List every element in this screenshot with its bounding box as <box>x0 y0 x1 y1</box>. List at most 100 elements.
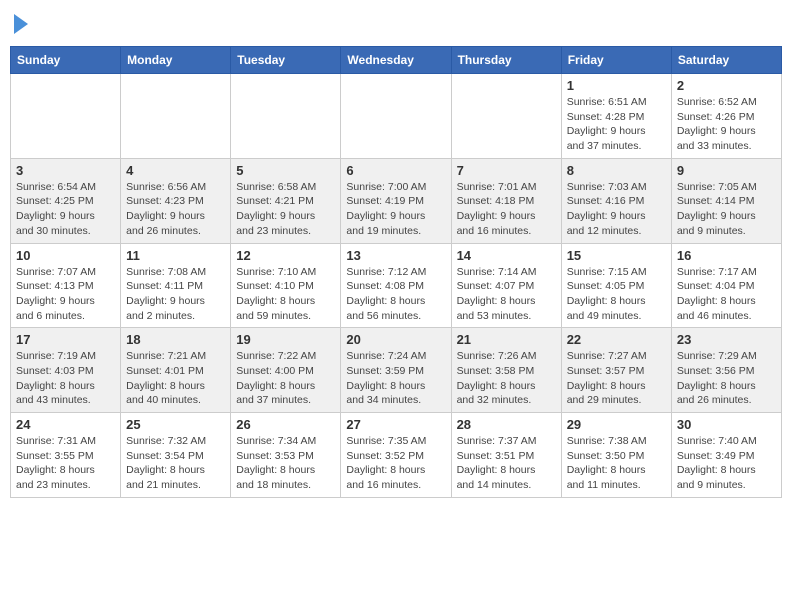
day-info: Sunrise: 7:01 AM Sunset: 4:18 PM Dayligh… <box>457 180 556 239</box>
calendar-cell: 11 Sunrise: 7:08 AM Sunset: 4:11 PM Dayli… <box>121 243 231 328</box>
calendar-cell: 20 Sunrise: 7:24 AM Sunset: 3:59 PM Dayli… <box>341 328 451 413</box>
day-number: 17 <box>16 332 115 347</box>
day-info: Sunrise: 7:29 AM Sunset: 3:56 PM Dayligh… <box>677 349 776 408</box>
calendar-cell: 14 Sunrise: 7:14 AM Sunset: 4:07 PM Dayli… <box>451 243 561 328</box>
day-number: 18 <box>126 332 225 347</box>
day-number: 12 <box>236 248 335 263</box>
day-info: Sunrise: 7:34 AM Sunset: 3:53 PM Dayligh… <box>236 434 335 493</box>
calendar-cell: 25 Sunrise: 7:32 AM Sunset: 3:54 PM Dayli… <box>121 413 231 498</box>
day-number: 29 <box>567 417 666 432</box>
day-number: 28 <box>457 417 556 432</box>
day-number: 20 <box>346 332 445 347</box>
calendar-week-row: 17Sunrise: 7:19 AM Sunset: 4:03 PM Dayli… <box>11 328 782 413</box>
day-info: Sunrise: 7:32 AM Sunset: 3:54 PM Dayligh… <box>126 434 225 493</box>
calendar-cell: 3Sunrise: 6:54 AM Sunset: 4:25 PM Daylig… <box>11 158 121 243</box>
calendar-cell: 24 Sunrise: 7:31 AM Sunset: 3:55 PM Dayli… <box>11 413 121 498</box>
day-info: Sunrise: 7:27 AM Sunset: 3:57 PM Dayligh… <box>567 349 666 408</box>
day-info: Sunrise: 6:54 AM Sunset: 4:25 PM Dayligh… <box>16 180 115 239</box>
calendar-cell: 5 Sunrise: 6:58 AM Sunset: 4:21 PM Daylig… <box>231 158 341 243</box>
day-header-thursday: Thursday <box>451 47 561 74</box>
calendar-cell <box>231 74 341 159</box>
logo <box>12 14 28 34</box>
day-info: Sunrise: 7:03 AM Sunset: 4:16 PM Dayligh… <box>567 180 666 239</box>
calendar-week-row: 1 Sunrise: 6:51 AM Sunset: 4:28 PM Daylig… <box>11 74 782 159</box>
day-info: Sunrise: 7:38 AM Sunset: 3:50 PM Dayligh… <box>567 434 666 493</box>
day-number: 27 <box>346 417 445 432</box>
calendar-cell: 27 Sunrise: 7:35 AM Sunset: 3:52 PM Dayli… <box>341 413 451 498</box>
day-header-sunday: Sunday <box>11 47 121 74</box>
calendar-cell <box>11 74 121 159</box>
calendar-cell <box>451 74 561 159</box>
day-number: 30 <box>677 417 776 432</box>
day-number: 11 <box>126 248 225 263</box>
day-info: Sunrise: 7:14 AM Sunset: 4:07 PM Dayligh… <box>457 265 556 324</box>
calendar-cell: 21 Sunrise: 7:26 AM Sunset: 3:58 PM Dayli… <box>451 328 561 413</box>
calendar-cell: 17Sunrise: 7:19 AM Sunset: 4:03 PM Dayli… <box>11 328 121 413</box>
calendar-cell: 12 Sunrise: 7:10 AM Sunset: 4:10 PM Dayli… <box>231 243 341 328</box>
day-number: 9 <box>677 163 776 178</box>
day-number: 1 <box>567 78 666 93</box>
day-number: 8 <box>567 163 666 178</box>
page-header <box>10 10 782 38</box>
day-number: 25 <box>126 417 225 432</box>
day-info: Sunrise: 7:15 AM Sunset: 4:05 PM Dayligh… <box>567 265 666 324</box>
calendar-cell: 26 Sunrise: 7:34 AM Sunset: 3:53 PM Dayli… <box>231 413 341 498</box>
calendar-cell: 15 Sunrise: 7:15 AM Sunset: 4:05 PM Dayli… <box>561 243 671 328</box>
calendar-cell: 9Sunrise: 7:05 AM Sunset: 4:14 PM Daylig… <box>671 158 781 243</box>
day-header-tuesday: Tuesday <box>231 47 341 74</box>
calendar-header-row: SundayMondayTuesdayWednesdayThursdayFrid… <box>11 47 782 74</box>
day-number: 16 <box>677 248 776 263</box>
day-info: Sunrise: 7:08 AM Sunset: 4:11 PM Dayligh… <box>126 265 225 324</box>
day-number: 6 <box>346 163 445 178</box>
day-header-saturday: Saturday <box>671 47 781 74</box>
day-info: Sunrise: 7:35 AM Sunset: 3:52 PM Dayligh… <box>346 434 445 493</box>
calendar-cell: 23 Sunrise: 7:29 AM Sunset: 3:56 PM Dayli… <box>671 328 781 413</box>
day-number: 2 <box>677 78 776 93</box>
day-number: 15 <box>567 248 666 263</box>
calendar-week-row: 3Sunrise: 6:54 AM Sunset: 4:25 PM Daylig… <box>11 158 782 243</box>
day-number: 10 <box>16 248 115 263</box>
day-header-friday: Friday <box>561 47 671 74</box>
day-info: Sunrise: 7:12 AM Sunset: 4:08 PM Dayligh… <box>346 265 445 324</box>
calendar-week-row: 10 Sunrise: 7:07 AM Sunset: 4:13 PM Dayli… <box>11 243 782 328</box>
day-number: 5 <box>236 163 335 178</box>
day-info: Sunrise: 7:40 AM Sunset: 3:49 PM Dayligh… <box>677 434 776 493</box>
calendar-cell: 29 Sunrise: 7:38 AM Sunset: 3:50 PM Dayli… <box>561 413 671 498</box>
calendar-cell: 18 Sunrise: 7:21 AM Sunset: 4:01 PM Dayli… <box>121 328 231 413</box>
calendar-cell: 22 Sunrise: 7:27 AM Sunset: 3:57 PM Dayli… <box>561 328 671 413</box>
calendar-cell: 30 Sunrise: 7:40 AM Sunset: 3:49 PM Dayli… <box>671 413 781 498</box>
day-info: Sunrise: 7:26 AM Sunset: 3:58 PM Dayligh… <box>457 349 556 408</box>
day-number: 13 <box>346 248 445 263</box>
day-info: Sunrise: 7:00 AM Sunset: 4:19 PM Dayligh… <box>346 180 445 239</box>
day-info: Sunrise: 6:52 AM Sunset: 4:26 PM Dayligh… <box>677 95 776 154</box>
day-info: Sunrise: 6:51 AM Sunset: 4:28 PM Dayligh… <box>567 95 666 154</box>
day-number: 23 <box>677 332 776 347</box>
calendar-cell: 16Sunrise: 7:17 AM Sunset: 4:04 PM Dayli… <box>671 243 781 328</box>
day-info: Sunrise: 6:58 AM Sunset: 4:21 PM Dayligh… <box>236 180 335 239</box>
logo-arrow-icon <box>14 14 28 34</box>
day-number: 26 <box>236 417 335 432</box>
day-info: Sunrise: 7:21 AM Sunset: 4:01 PM Dayligh… <box>126 349 225 408</box>
day-info: Sunrise: 7:10 AM Sunset: 4:10 PM Dayligh… <box>236 265 335 324</box>
day-info: Sunrise: 7:31 AM Sunset: 3:55 PM Dayligh… <box>16 434 115 493</box>
calendar-cell: 13 Sunrise: 7:12 AM Sunset: 4:08 PM Dayli… <box>341 243 451 328</box>
day-number: 7 <box>457 163 556 178</box>
day-number: 4 <box>126 163 225 178</box>
day-number: 19 <box>236 332 335 347</box>
calendar-cell: 10 Sunrise: 7:07 AM Sunset: 4:13 PM Dayli… <box>11 243 121 328</box>
day-info: Sunrise: 7:07 AM Sunset: 4:13 PM Dayligh… <box>16 265 115 324</box>
day-number: 24 <box>16 417 115 432</box>
day-header-monday: Monday <box>121 47 231 74</box>
calendar-cell <box>341 74 451 159</box>
calendar-table: SundayMondayTuesdayWednesdayThursdayFrid… <box>10 46 782 498</box>
day-number: 22 <box>567 332 666 347</box>
day-number: 14 <box>457 248 556 263</box>
calendar-cell: 1 Sunrise: 6:51 AM Sunset: 4:28 PM Daylig… <box>561 74 671 159</box>
day-number: 21 <box>457 332 556 347</box>
calendar-cell: 4Sunrise: 6:56 AM Sunset: 4:23 PM Daylig… <box>121 158 231 243</box>
day-info: Sunrise: 7:22 AM Sunset: 4:00 PM Dayligh… <box>236 349 335 408</box>
calendar-cell: 28Sunrise: 7:37 AM Sunset: 3:51 PM Dayli… <box>451 413 561 498</box>
calendar-cell: 7 Sunrise: 7:01 AM Sunset: 4:18 PM Daylig… <box>451 158 561 243</box>
day-info: Sunrise: 7:24 AM Sunset: 3:59 PM Dayligh… <box>346 349 445 408</box>
calendar-cell: 19 Sunrise: 7:22 AM Sunset: 4:00 PM Dayli… <box>231 328 341 413</box>
